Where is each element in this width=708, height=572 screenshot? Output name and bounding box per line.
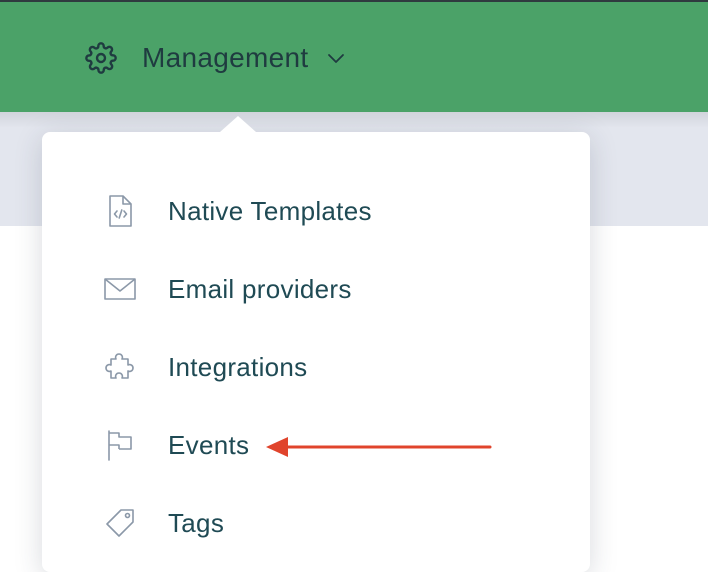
menu-item-tags[interactable]: Tags (42, 484, 590, 562)
menu-item-label: Events (168, 429, 250, 460)
puzzle-piece-icon (102, 349, 138, 385)
menu-item-email-providers[interactable]: Email providers (42, 250, 590, 328)
gear-icon (84, 41, 118, 75)
top-nav-bar: Management (0, 0, 708, 112)
annotation-arrow (266, 437, 492, 457)
chevron-down-icon (326, 47, 348, 69)
dropdown-caret (220, 116, 256, 132)
management-label: Management (142, 42, 309, 73)
dropdown-list: Native Templates Email providers Integra… (42, 172, 590, 562)
menu-item-integrations[interactable]: Integrations (42, 328, 590, 406)
envelope-icon (102, 271, 138, 307)
menu-item-native-templates[interactable]: Native Templates (42, 172, 590, 250)
menu-item-label: Tags (168, 507, 225, 538)
menu-item-label: Email providers (168, 273, 352, 304)
menu-item-label: Integrations (168, 351, 308, 382)
header-shadow (0, 112, 708, 128)
flag-icon (102, 427, 138, 463)
tag-icon (102, 505, 138, 541)
menu-item-label: Native Templates (168, 195, 372, 226)
management-dropdown-menu: Native Templates Email providers Integra… (42, 116, 590, 572)
code-file-icon (102, 193, 138, 229)
management-menu-button[interactable]: Management (84, 40, 348, 76)
